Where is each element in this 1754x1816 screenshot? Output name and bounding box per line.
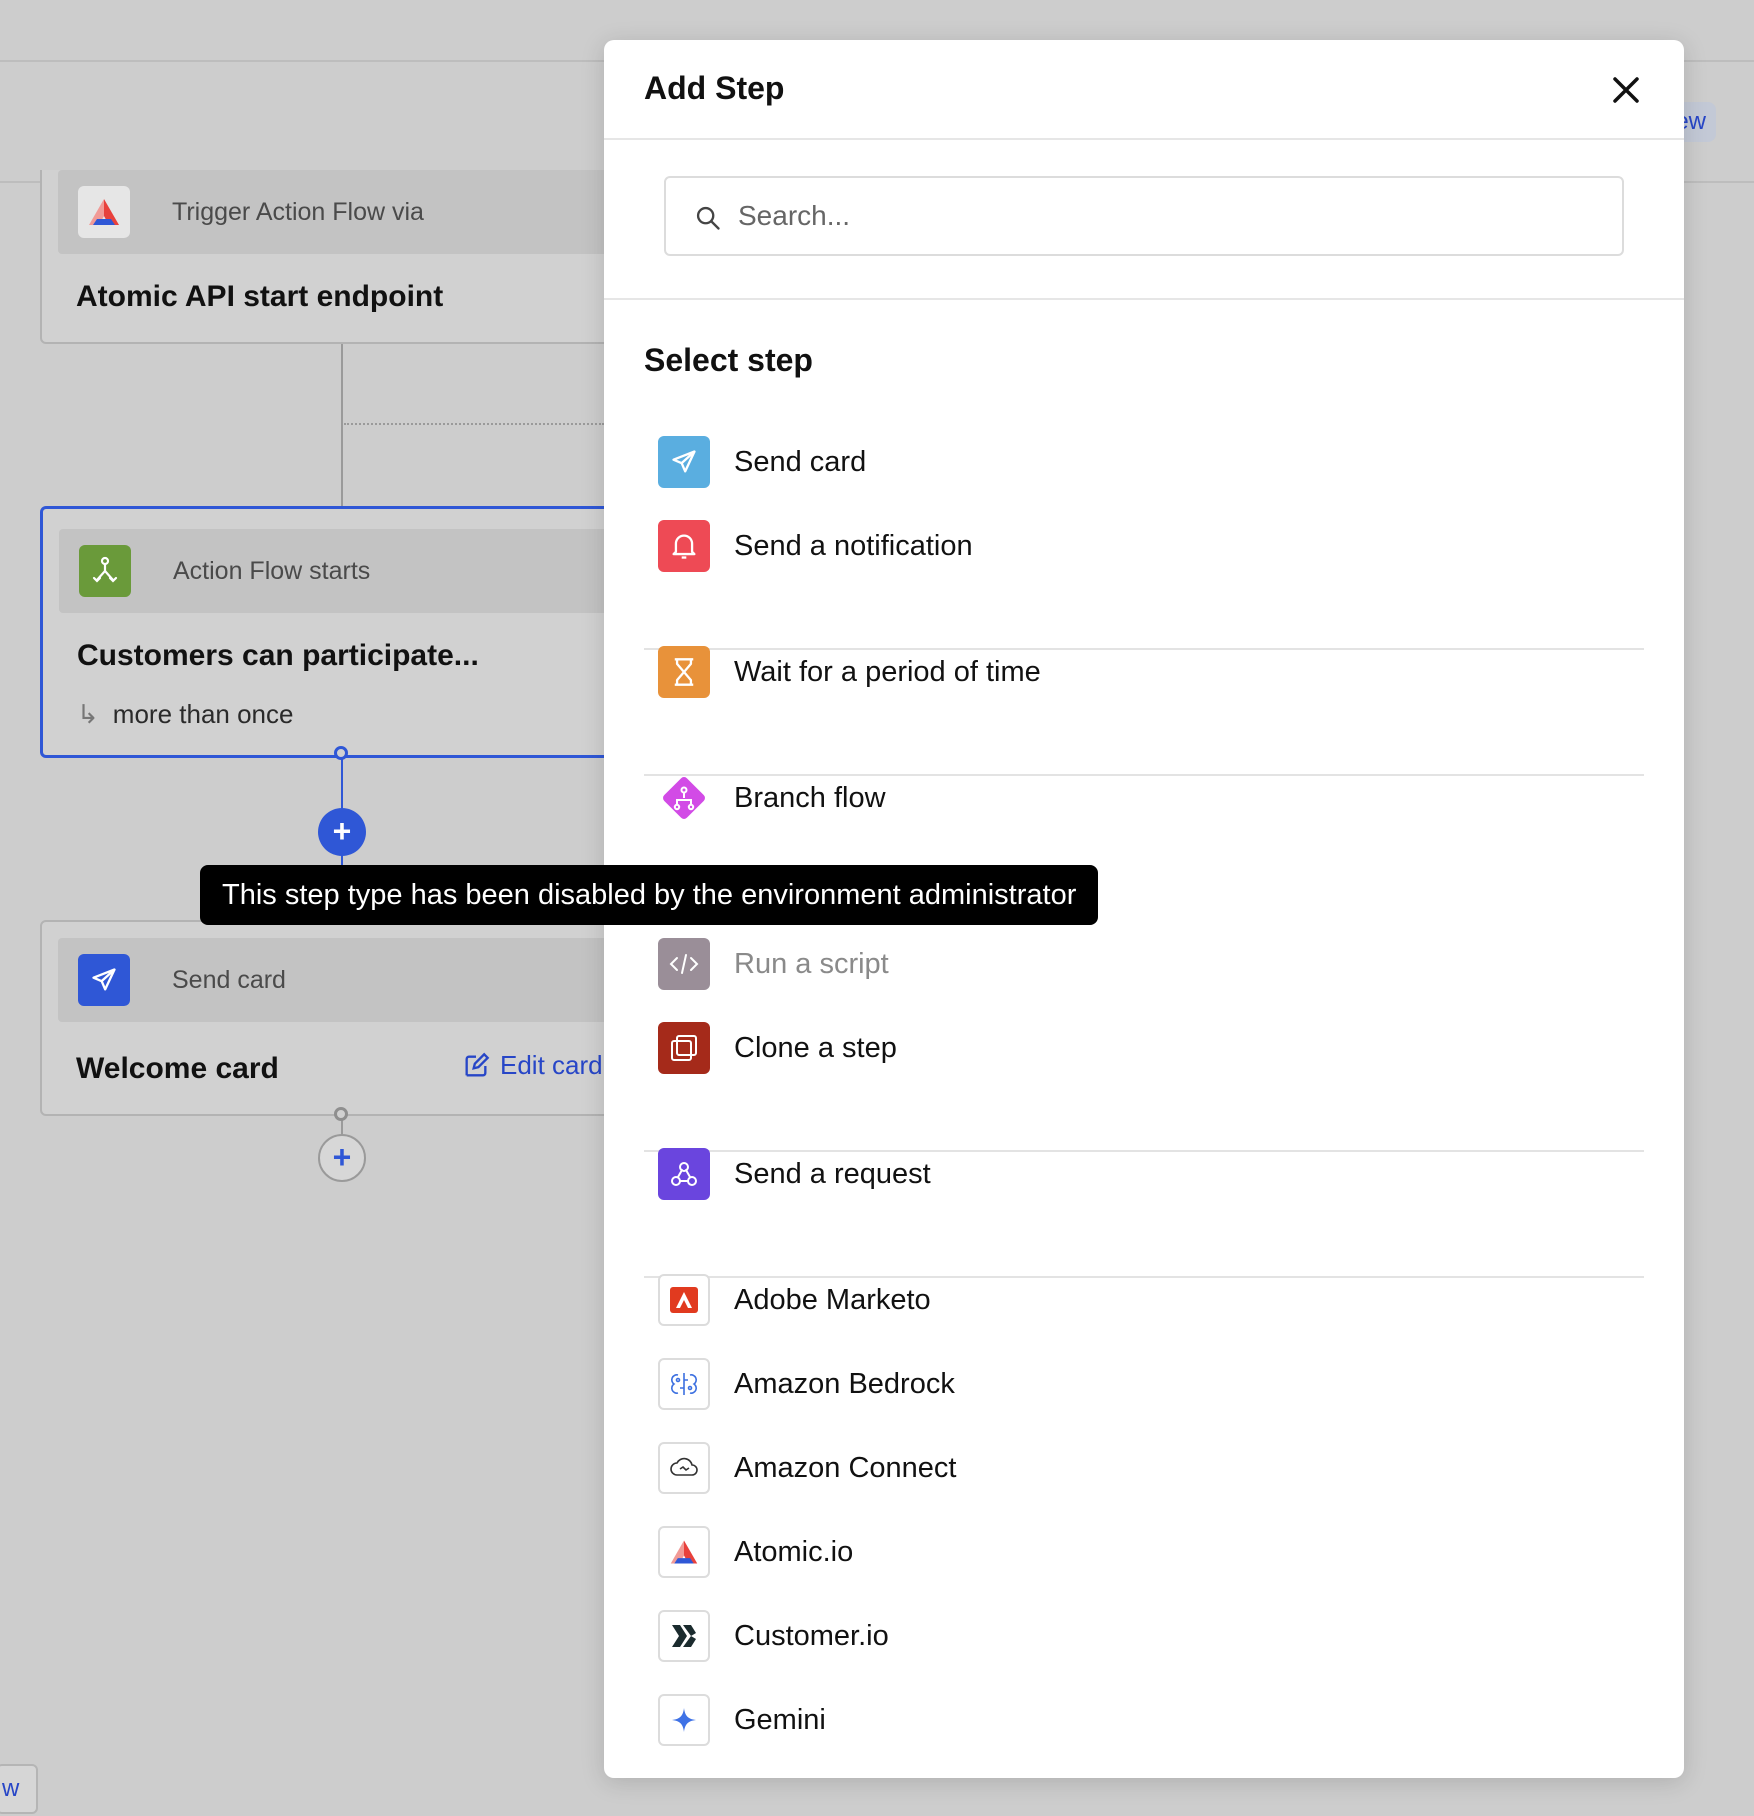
- start-node-label: Action Flow starts: [173, 557, 371, 585]
- step-label: Send card: [734, 445, 867, 478]
- step-adobe-marketo[interactable]: Adobe Marketo: [658, 1270, 931, 1330]
- modal-header: Add Step: [604, 40, 1684, 140]
- trigger-node[interactable]: Trigger Action Flow via Atomic API start…: [40, 170, 640, 344]
- step-send-card[interactable]: Send card: [658, 432, 866, 492]
- disabled-step-tooltip: This step type has been disabled by the …: [200, 865, 1099, 925]
- flow-start-icon: [79, 545, 131, 597]
- add-step-button-bottom[interactable]: +: [318, 1134, 366, 1182]
- step-send-request[interactable]: Send a request: [658, 1144, 931, 1204]
- trigger-node-label: Trigger Action Flow via: [172, 198, 424, 226]
- close-button[interactable]: [1606, 70, 1646, 110]
- connector-dot: [334, 1107, 348, 1121]
- step-label: Atomic.io: [734, 1535, 854, 1568]
- step-send-notification[interactable]: Send a notification: [658, 516, 973, 576]
- step-label: Amazon Bedrock: [734, 1367, 955, 1400]
- step-branch-flow[interactable]: Branch flow: [658, 768, 886, 828]
- sparkle-icon: [658, 1694, 710, 1746]
- step-gemini[interactable]: Gemini: [658, 1690, 826, 1750]
- step-label: Amazon Connect: [734, 1451, 957, 1484]
- send-card-node-label: Send card: [172, 966, 286, 994]
- step-amazon-bedrock[interactable]: Amazon Bedrock: [658, 1354, 955, 1414]
- start-node-subtitle: ↳ more than once: [77, 699, 293, 730]
- send-card-node-header: Send card: [58, 938, 638, 1022]
- edit-card-button[interactable]: Edit card: [462, 1050, 603, 1081]
- edit-icon: [465, 1052, 490, 1076]
- hourglass-icon: [658, 646, 710, 698]
- modal-title: Add Step: [644, 70, 785, 106]
- search-icon: [696, 206, 720, 230]
- step-wait-for-time[interactable]: Wait for a period of time: [658, 642, 1041, 702]
- step-label: Send a notification: [734, 529, 973, 562]
- bell-icon: [658, 520, 710, 572]
- atomic-logo-icon: [658, 1526, 710, 1578]
- step-label: Gemini: [734, 1703, 826, 1736]
- bedrock-icon: [658, 1358, 710, 1410]
- webhook-icon: [658, 1148, 710, 1200]
- connector-line: [341, 344, 343, 506]
- return-arrow-icon: ↳: [77, 699, 99, 729]
- start-node-subtitle-text: more than once: [112, 699, 294, 729]
- search-box[interactable]: [664, 176, 1624, 256]
- branch-icon: [658, 772, 710, 824]
- close-icon: [1613, 77, 1639, 103]
- step-clone[interactable]: Clone a step: [658, 1018, 897, 1078]
- step-list: Select step Send card Send a notificatio…: [604, 300, 1684, 1772]
- step-atomic-io[interactable]: Atomic.io: [658, 1522, 853, 1582]
- search-section: [604, 140, 1684, 300]
- dotted-connector: [344, 423, 604, 425]
- send-card-node[interactable]: Send card Welcome card Edit card: [40, 920, 640, 1116]
- trigger-node-title: Atomic API start endpoint: [76, 280, 444, 313]
- step-label: Clone a step: [734, 1031, 897, 1064]
- start-node-header: Action Flow starts: [59, 529, 637, 613]
- start-node[interactable]: Action Flow starts Customers can partici…: [40, 506, 640, 758]
- code-icon: [658, 938, 710, 990]
- add-step-button[interactable]: +: [318, 808, 366, 856]
- search-input[interactable]: [738, 178, 1598, 254]
- clone-icon: [658, 1022, 710, 1074]
- send-card-node-title: Welcome card: [76, 1052, 279, 1085]
- select-step-title: Select step: [644, 342, 813, 378]
- step-amazon-connect[interactable]: Amazon Connect: [658, 1438, 956, 1498]
- step-label: Wait for a period of time: [734, 655, 1041, 688]
- step-label: Adobe Marketo: [734, 1283, 931, 1316]
- edit-card-label: Edit card: [500, 1050, 603, 1080]
- step-label: Branch flow: [734, 781, 886, 814]
- adobe-icon: [658, 1274, 710, 1326]
- cloud-icon: [658, 1442, 710, 1494]
- view-chip[interactable]: w: [0, 1764, 38, 1814]
- atomic-logo-icon: [78, 186, 130, 238]
- step-run-script[interactable]: Run a script: [658, 934, 889, 994]
- paper-plane-icon: [658, 436, 710, 488]
- customerio-icon: [658, 1610, 710, 1662]
- trigger-node-header: Trigger Action Flow via: [58, 170, 638, 254]
- connector-dot: [334, 746, 348, 760]
- paper-plane-icon: [78, 954, 130, 1006]
- start-node-title: Customers can participate...: [77, 639, 479, 672]
- step-label: Customer.io: [734, 1619, 889, 1652]
- step-label: Send a request: [734, 1157, 931, 1190]
- step-customer-io[interactable]: Customer.io: [658, 1606, 889, 1666]
- step-label: Run a script: [734, 947, 889, 980]
